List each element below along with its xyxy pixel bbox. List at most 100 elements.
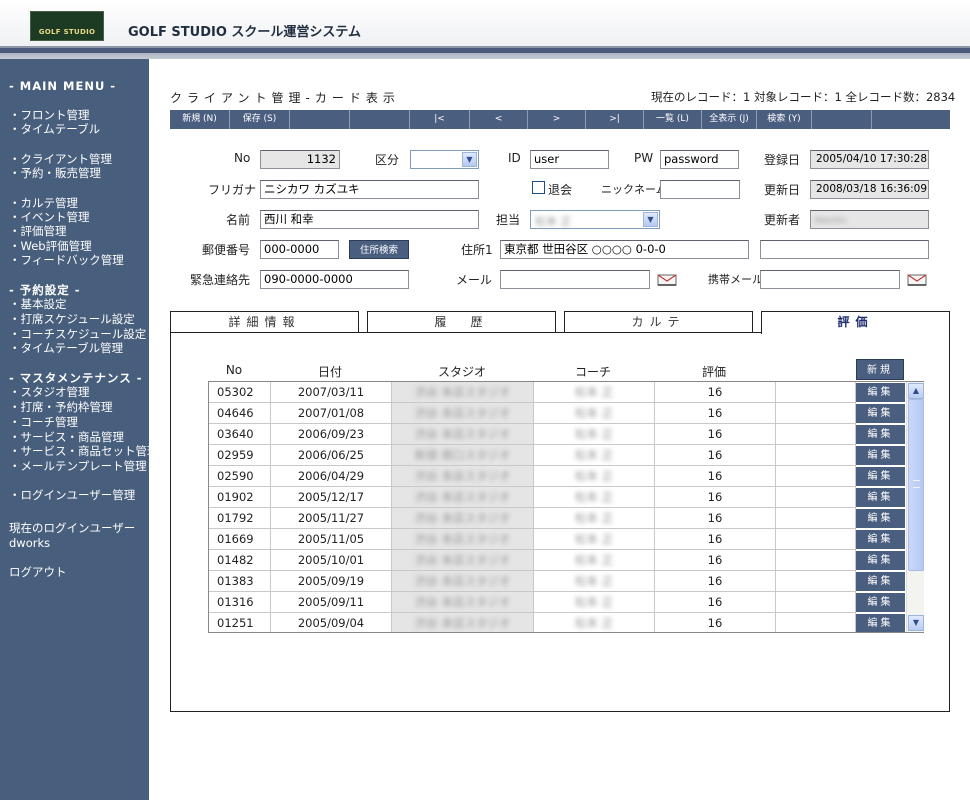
save-button[interactable]: 保存 (S) <box>230 110 290 129</box>
sidebar-item-service-product[interactable]: ・サービス・商品管理 <box>9 430 124 444</box>
tanto-select[interactable]: 松本 正 ▼ <box>530 210 660 229</box>
search-button[interactable]: 検索 (Y) <box>757 110 812 129</box>
current-user-label: 現在のログインユーザー <box>9 521 136 535</box>
record-info: 現在のレコード：1 対象レコード：1 全レコード数：2834 <box>651 90 956 104</box>
cell-no: 01669 <box>209 529 271 550</box>
cell-studio: 渋谷 本店スタジオ <box>392 592 534 613</box>
chevron-down-icon[interactable]: ▼ <box>908 615 924 631</box>
chevron-down-icon[interactable]: ▼ <box>643 212 658 227</box>
cell-score: 16 <box>655 382 776 403</box>
edit-button[interactable]: 編集 <box>856 446 905 465</box>
tab-evaluation[interactable]: 評価 <box>761 311 950 334</box>
edit-button[interactable]: 編集 <box>856 551 905 570</box>
cell-coach: 松本 正 <box>534 424 655 445</box>
cell-coach: 松本 正 <box>534 403 655 424</box>
edit-button[interactable]: 編集 <box>856 404 905 423</box>
prev-record-button[interactable]: < <box>470 110 528 129</box>
first-record-button[interactable]: |< <box>410 110 470 129</box>
id-field[interactable]: user <box>530 150 609 169</box>
cell-coach-value: 松本 正 <box>574 553 614 567</box>
cell-coach: 松本 正 <box>534 487 655 508</box>
edit-button[interactable]: 編集 <box>856 509 905 528</box>
scrollbar[interactable]: ▲ ▼ <box>906 382 924 632</box>
tab-details[interactable]: 詳細情報 <box>170 311 359 333</box>
furigana-field[interactable]: ニシカワ カズユキ <box>260 180 479 199</box>
table-row: 01792 2005/11/27 渋谷 本店スタジオ 松本 正 16 編集 <box>209 508 923 529</box>
edit-button[interactable]: 編集 <box>856 530 905 549</box>
sidebar-item-reservation[interactable]: ・予約・販売管理 <box>9 166 101 180</box>
kubun-select[interactable]: ▼ <box>410 150 479 169</box>
registered-field: 2005/04/10 17:30:28 <box>810 150 929 169</box>
last-record-button[interactable]: >| <box>586 110 644 129</box>
mail-label: メール <box>456 273 493 287</box>
cell-coach: 松本 正 <box>534 445 655 466</box>
sidebar-item-front[interactable]: ・フロント管理 <box>9 108 90 122</box>
sidebar-item-karte[interactable]: ・カルテ管理 <box>9 196 78 210</box>
address-search-button[interactable]: 住所検索 <box>349 240 409 259</box>
cell-blank <box>776 571 856 592</box>
sidebar-item-mail-template[interactable]: ・メールテンプレート管理 <box>9 459 147 473</box>
cell-date: 2005/10/01 <box>271 550 392 571</box>
edit-button[interactable]: 編集 <box>856 593 905 612</box>
sidebar-item-feedback[interactable]: ・フィードバック管理 <box>9 253 124 267</box>
pw-field[interactable]: password <box>660 150 739 169</box>
cell-date: 2007/03/11 <box>271 382 392 403</box>
mail-icon[interactable] <box>657 273 677 287</box>
name-field[interactable]: 西川 和幸 <box>260 210 479 229</box>
edit-button[interactable]: 編集 <box>856 425 905 444</box>
nickname-field[interactable] <box>660 180 740 199</box>
tab-history[interactable]: 履 歴 <box>367 311 556 333</box>
edit-button[interactable]: 編集 <box>856 614 905 632</box>
new-evaluation-button[interactable]: 新規 <box>856 359 904 380</box>
edit-button[interactable]: 編集 <box>856 488 905 507</box>
next-record-button[interactable]: > <box>528 110 586 129</box>
new-record-button[interactable]: 新規 (N) <box>170 110 230 129</box>
sidebar-item-evaluation[interactable]: ・評価管理 <box>9 224 67 238</box>
sidebar-item-timetable[interactable]: ・タイムテーブル <box>9 122 100 136</box>
sidebar-item-login-user[interactable]: ・ログインユーザー管理 <box>9 488 135 502</box>
chevron-down-icon[interactable]: ▼ <box>462 152 477 167</box>
zip-field[interactable]: 000-0000 <box>260 240 339 259</box>
sidebar-item-service-set[interactable]: ・サービス・商品セット管理 <box>9 444 159 458</box>
list-view-button[interactable]: 一覧 (L) <box>644 110 702 129</box>
edit-button[interactable]: 編集 <box>856 572 905 591</box>
sidebar-item-client[interactable]: ・クライアント管理 <box>9 152 112 166</box>
table-row: 04646 2007/01/08 渋谷 本店スタジオ 松本 正 16 編集 <box>209 403 923 424</box>
address2-field[interactable] <box>760 240 929 259</box>
mail-icon[interactable] <box>907 273 927 287</box>
sidebar-item-event[interactable]: ・イベント管理 <box>9 210 90 224</box>
edit-button[interactable]: 編集 <box>856 383 905 402</box>
sidebar-item-studio[interactable]: ・スタジオ管理 <box>9 385 90 399</box>
toolbar: 新規 (N) 保存 (S) |< < > >| 一覧 (L) 全表示 (J) 検… <box>170 110 950 129</box>
cell-no: 05302 <box>209 382 271 403</box>
cell-blank <box>776 529 856 550</box>
sidebar-item-web-evaluation[interactable]: ・Web評価管理 <box>9 239 92 253</box>
cell-studio: 渋谷 本店スタジオ <box>392 613 534 632</box>
chevron-up-icon[interactable]: ▲ <box>908 383 924 399</box>
show-all-button[interactable]: 全表示 (J) <box>702 110 757 129</box>
mobile-mail-field[interactable] <box>760 270 900 289</box>
cell-studio-value: 渋谷 本店スタジオ <box>414 469 511 483</box>
no-label: No <box>234 151 251 165</box>
logout-link[interactable]: ログアウト <box>9 565 67 579</box>
sidebar-item-seat-schedule[interactable]: ・打席スケジュール設定 <box>9 312 135 326</box>
no-field[interactable]: 1132 <box>260 150 340 169</box>
sidebar-item-basic-settings[interactable]: ・基本設定 <box>9 297 67 311</box>
tab-karte[interactable]: カルテ <box>564 311 753 333</box>
emergency-label: 緊急連絡先 <box>190 273 251 287</box>
sidebar-item-coach-schedule[interactable]: ・コーチスケジュール設定 <box>9 327 146 341</box>
sidebar-item-timetable-mgmt[interactable]: ・タイムテーブル管理 <box>9 341 123 355</box>
scrollbar-thumb[interactable] <box>908 399 924 571</box>
sidebar-item-coach[interactable]: ・コーチ管理 <box>9 415 78 429</box>
mail-field[interactable] <box>500 270 650 289</box>
address1-field[interactable]: 東京都 世田谷区 ○○○○ 0-0-0 <box>500 240 749 259</box>
taikai-checkbox[interactable] <box>532 181 545 194</box>
edit-button[interactable]: 編集 <box>856 467 905 486</box>
page-title: クライアント管理-カード表示 <box>170 91 400 105</box>
cell-blank <box>776 382 856 403</box>
col-header-studio: スタジオ <box>437 365 486 379</box>
sidebar-item-seat-frame[interactable]: ・打席・予約枠管理 <box>9 400 113 414</box>
cell-studio: 渋谷 本店スタジオ <box>392 550 534 571</box>
yoyaku-heading: - 予約設定 - <box>9 283 81 297</box>
emergency-field[interactable]: 090-0000-0000 <box>260 270 409 289</box>
